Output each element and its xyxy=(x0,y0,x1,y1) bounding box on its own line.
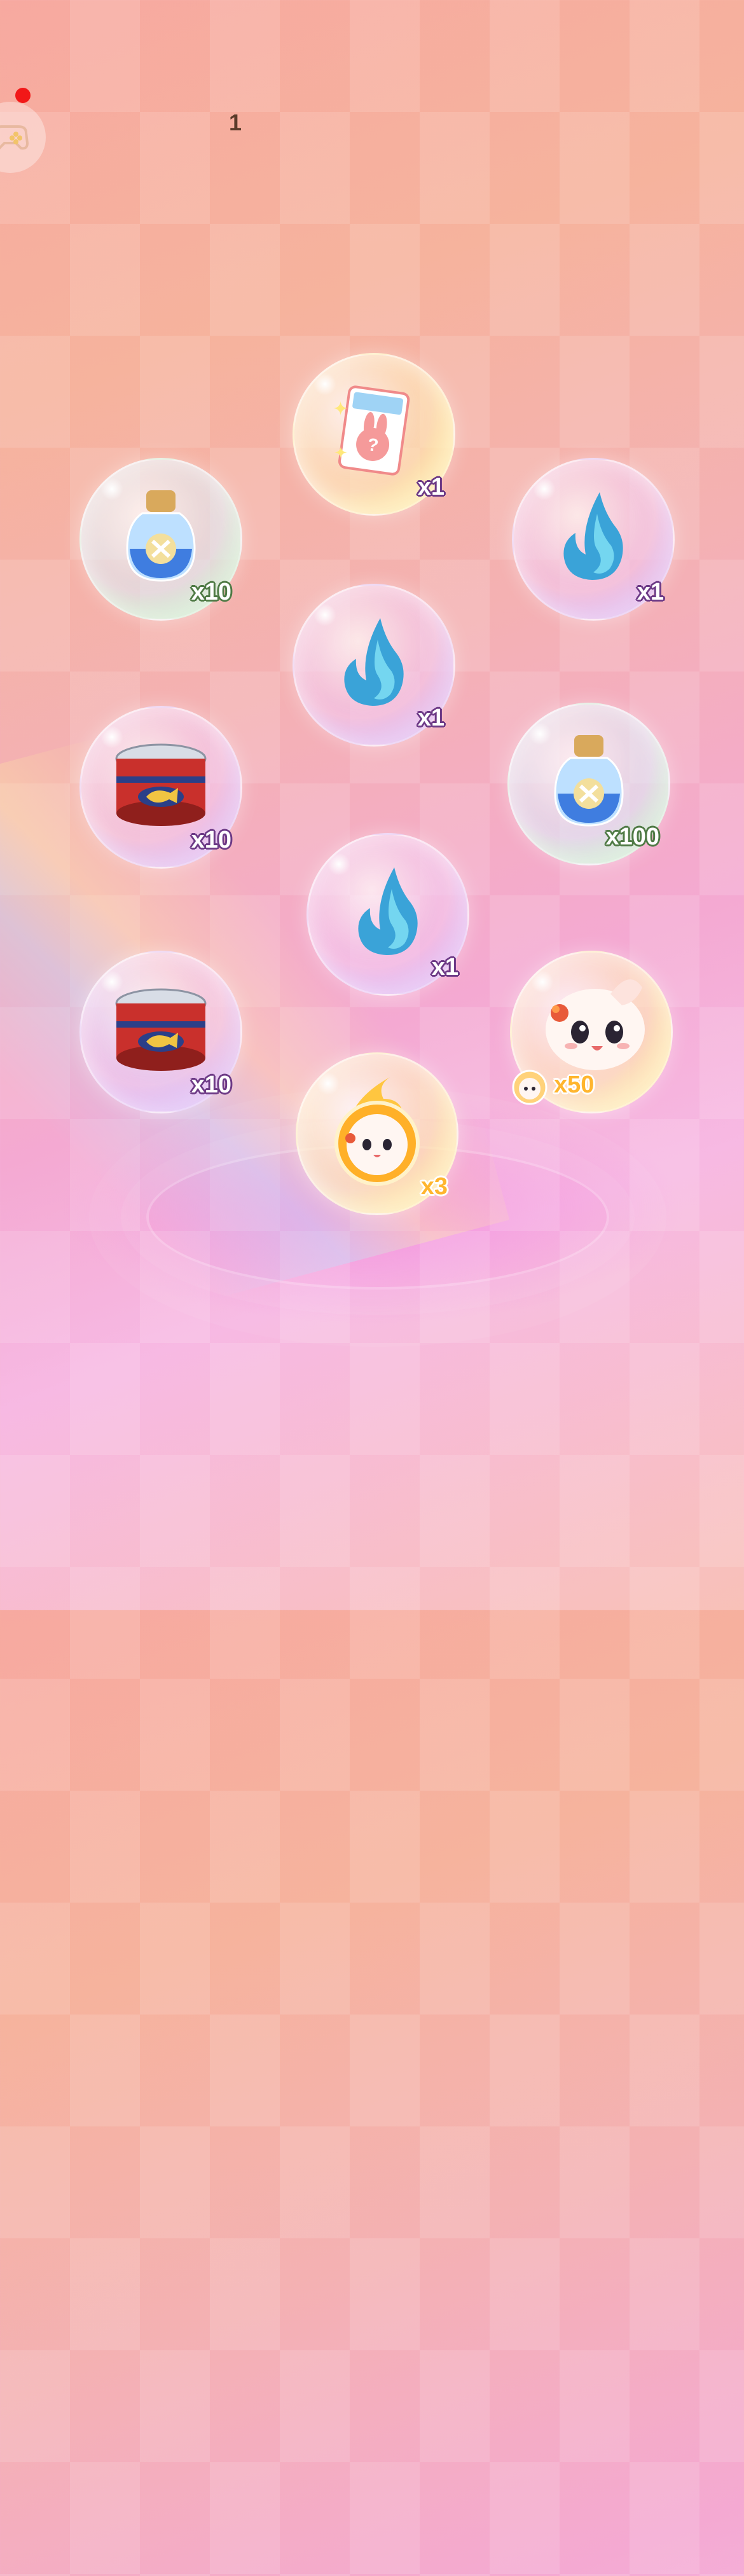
star-bottle-icon xyxy=(554,735,624,827)
reward-quantity: x3 xyxy=(420,1173,448,1200)
reward-bubble[interactable]: x100 xyxy=(507,703,670,865)
reward-quantity: x10 xyxy=(191,1071,231,1098)
fish-can-icon xyxy=(115,988,207,1071)
page-counter: 1 xyxy=(229,109,242,135)
glint xyxy=(313,603,336,626)
svg-text:✦: ✦ xyxy=(334,444,348,463)
reward-bubble[interactable]: x1 xyxy=(293,584,455,747)
reward-quantity: x1 xyxy=(637,579,664,605)
glint xyxy=(327,853,350,876)
reward-quantity: x100 xyxy=(605,823,659,850)
reward-bubble[interactable]: x1 xyxy=(307,833,469,996)
reward-quantity: x50 xyxy=(554,1071,595,1098)
reward-quantity: x1 xyxy=(431,954,458,981)
reward-quantity: x10 xyxy=(191,579,231,605)
bunny-avatar-icon xyxy=(546,979,645,1070)
reward-bubble[interactable]: ? ✦ ✦ x1 xyxy=(293,353,455,516)
reward-bubble[interactable]: x10 xyxy=(79,458,242,621)
glint xyxy=(533,478,556,500)
reward-bubble[interactable]: x10 xyxy=(79,951,242,1113)
reward-bubble[interactable]: x50 xyxy=(510,951,673,1113)
bunny-fire-token-icon xyxy=(334,1077,420,1186)
star-bottle-icon xyxy=(126,490,196,582)
reward-bubble[interactable]: x3 xyxy=(296,1052,458,1215)
reward-bubble[interactable]: x1 xyxy=(512,458,675,621)
blue-flame-icon xyxy=(358,867,418,955)
reward-quantity: x1 xyxy=(417,705,444,731)
reward-quantity: x1 xyxy=(417,474,444,500)
notification-dot xyxy=(15,88,31,103)
reward-bubble[interactable]: x10 xyxy=(79,706,242,869)
blue-flame-icon xyxy=(344,618,404,706)
svg-text:✦: ✦ xyxy=(333,398,348,420)
fish-can-icon xyxy=(115,743,207,826)
bunny-coin-icon xyxy=(512,1070,548,1105)
blue-flame-icon xyxy=(563,492,623,580)
bunny-card-icon: ? ✦ ✦ xyxy=(333,385,410,476)
gamepad-icon xyxy=(0,125,29,150)
reward-quantity: x10 xyxy=(191,827,231,853)
